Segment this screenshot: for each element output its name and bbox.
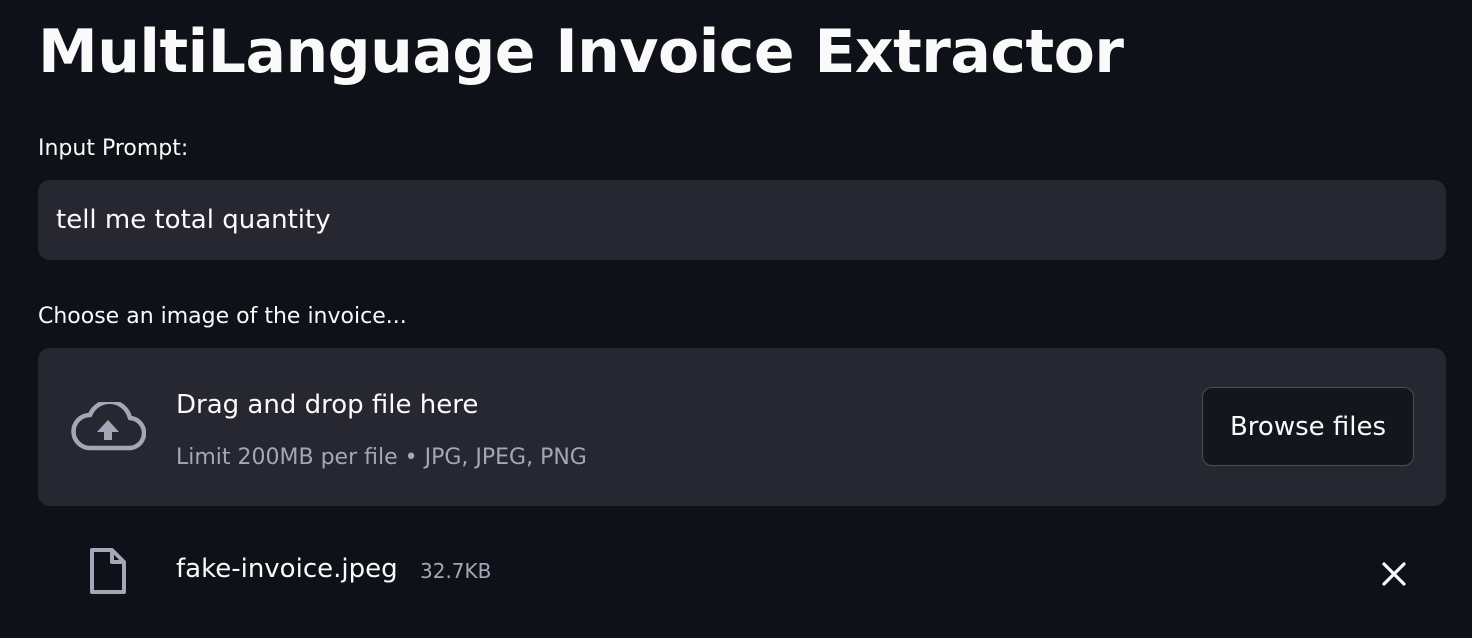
dropzone-title: Drag and drop file here [176, 390, 479, 420]
uploaded-file-size: 32.7KB [420, 559, 492, 583]
page-title: MultiLanguage Invoice Extractor [38, 17, 1124, 87]
dropzone-limit-text: Limit 200MB per file • JPG, JPEG, PNG [176, 445, 587, 470]
prompt-label: Input Prompt: [38, 136, 189, 161]
cloud-upload-icon [71, 402, 146, 451]
remove-file-button[interactable] [1372, 552, 1416, 596]
prompt-input[interactable] [38, 180, 1446, 260]
browse-files-button[interactable]: Browse files [1202, 387, 1414, 466]
uploaded-file-row: fake-invoice.jpeg 32.7KB [38, 530, 1446, 610]
uploaded-file-name: fake-invoice.jpeg [176, 554, 398, 584]
app-page: MultiLanguage Invoice Extractor Input Pr… [0, 0, 1472, 638]
close-icon [1382, 562, 1406, 586]
file-icon [90, 548, 126, 594]
file-dropzone[interactable]: Drag and drop file here Limit 200MB per … [38, 348, 1446, 506]
uploader-label: Choose an image of the invoice... [38, 304, 407, 329]
